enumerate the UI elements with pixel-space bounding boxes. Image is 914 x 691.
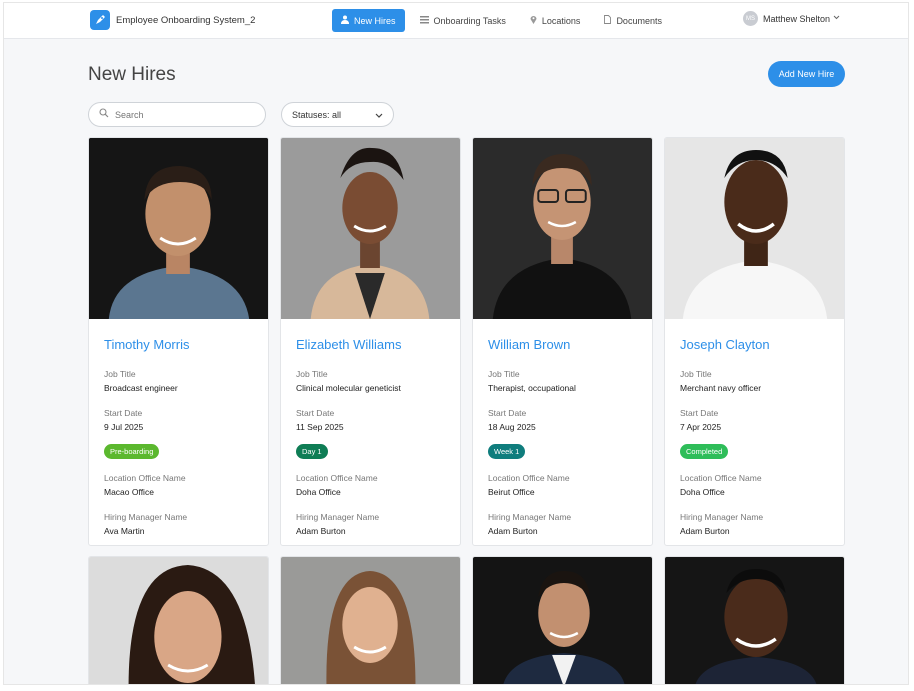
nav-label: Locations <box>541 15 581 26</box>
manager-label: Hiring Manager Name <box>680 512 764 522</box>
nav-label: New Hires <box>354 15 396 26</box>
app-name: Employee Onboarding System_2 <box>116 14 256 26</box>
hire-card[interactable]: Elizabeth Williams Job Title Clinical mo… <box>280 137 461 546</box>
user-icon <box>341 15 349 26</box>
job-title-value: Therapist, occupational <box>488 383 576 393</box>
hire-card[interactable]: William Brown Job Title Therapist, occup… <box>472 137 653 546</box>
start-date-label: Start Date <box>296 408 335 418</box>
hire-photo <box>473 138 652 319</box>
list-icon <box>419 15 429 26</box>
location-value: Macao Office <box>104 487 154 497</box>
brand[interactable]: Employee Onboarding System_2 <box>90 10 255 30</box>
manager-value: Adam Burton <box>296 526 346 536</box>
hire-card[interactable] <box>280 556 461 684</box>
search-box[interactable] <box>88 102 266 127</box>
top-navbar: Employee Onboarding System_2 New Hires O… <box>4 3 908 39</box>
nav-label: Documents <box>616 15 662 26</box>
nav-documents[interactable]: Documents <box>595 9 671 32</box>
main-nav: New Hires Onboarding Tasks Locations Doc… <box>332 9 677 32</box>
hire-card[interactable] <box>88 556 269 684</box>
manager-value: Ava Martin <box>104 526 145 536</box>
start-date-value: 18 Aug 2025 <box>488 422 536 432</box>
job-title-value: Merchant navy officer <box>680 383 762 393</box>
location-value: Beirut Office <box>488 487 535 497</box>
user-name: Matthew Shelton <box>762 13 830 24</box>
start-date-value: 9 Jul 2025 <box>104 422 144 432</box>
document-icon <box>604 15 612 26</box>
hire-card[interactable] <box>472 556 653 684</box>
rocket-icon <box>90 10 110 30</box>
manager-value: Adam Burton <box>680 526 730 536</box>
app-window: Employee Onboarding System_2 New Hires O… <box>3 2 909 685</box>
hire-name[interactable]: William Brown <box>488 337 637 352</box>
chevron-down-icon <box>833 15 840 22</box>
location-label: Location Office Name <box>104 473 186 483</box>
hire-card[interactable]: Timothy Morris Job Title Broadcast engin… <box>88 137 269 546</box>
start-date-label: Start Date <box>680 408 719 418</box>
start-date-value: 7 Apr 2025 <box>680 422 722 432</box>
manager-value: Adam Burton <box>488 526 538 536</box>
location-label: Location Office Name <box>488 473 570 483</box>
start-date-label: Start Date <box>488 408 527 418</box>
nav-locations[interactable]: Locations <box>521 9 590 32</box>
job-title-value: Broadcast engineer <box>104 383 178 393</box>
manager-label: Hiring Manager Name <box>104 512 188 522</box>
hire-card[interactable] <box>664 556 845 684</box>
page-title: New Hires <box>88 64 176 85</box>
job-title-value: Clinical molecular geneticist <box>296 383 401 393</box>
location-value: Doha Office <box>680 487 725 497</box>
start-date-value: 11 Sep 2025 <box>296 422 344 432</box>
hire-photo <box>281 138 460 319</box>
nav-onboarding-tasks[interactable]: Onboarding Tasks <box>411 9 515 32</box>
hire-name[interactable]: Elizabeth Williams <box>296 337 445 352</box>
user-menu[interactable]: MS Matthew Shelton <box>742 11 840 26</box>
status-filter-select[interactable]: Statuses: all <box>281 102 394 127</box>
location-label: Location Office Name <box>680 473 762 483</box>
job-title-label: Job Title <box>296 369 328 379</box>
search-icon <box>99 108 109 121</box>
nav-new-hires[interactable]: New Hires <box>332 9 405 32</box>
search-input[interactable] <box>115 109 255 120</box>
job-title-label: Job Title <box>104 369 136 379</box>
status-filter-value: Statuses: all <box>292 109 342 120</box>
hire-name[interactable]: Joseph Clayton <box>680 337 829 352</box>
hire-photo <box>89 138 268 319</box>
status-badge: Pre-boarding <box>104 444 160 459</box>
location-label: Location Office Name <box>296 473 378 483</box>
hire-photo <box>281 557 460 684</box>
hire-photo <box>89 557 268 684</box>
nav-label: Onboarding Tasks <box>433 15 506 26</box>
chevron-down-icon <box>375 110 383 120</box>
pin-icon <box>530 15 537 26</box>
hire-photo <box>665 557 844 684</box>
hire-photo <box>473 557 652 684</box>
location-value: Doha Office <box>296 487 341 497</box>
job-title-label: Job Title <box>488 369 520 379</box>
start-date-label: Start Date <box>104 408 143 418</box>
manager-label: Hiring Manager Name <box>296 512 380 522</box>
job-title-label: Job Title <box>680 369 712 379</box>
status-badge: Completed <box>680 444 729 459</box>
avatar: MS <box>742 11 758 26</box>
status-badge: Day 1 <box>296 444 328 459</box>
status-badge: Week 1 <box>488 444 526 459</box>
hire-photo <box>665 138 844 319</box>
add-new-hire-button[interactable]: Add New Hire <box>768 61 845 87</box>
manager-label: Hiring Manager Name <box>488 512 572 522</box>
hire-card[interactable]: Joseph Clayton Job Title Merchant navy o… <box>664 137 845 546</box>
hire-name[interactable]: Timothy Morris <box>104 337 253 352</box>
